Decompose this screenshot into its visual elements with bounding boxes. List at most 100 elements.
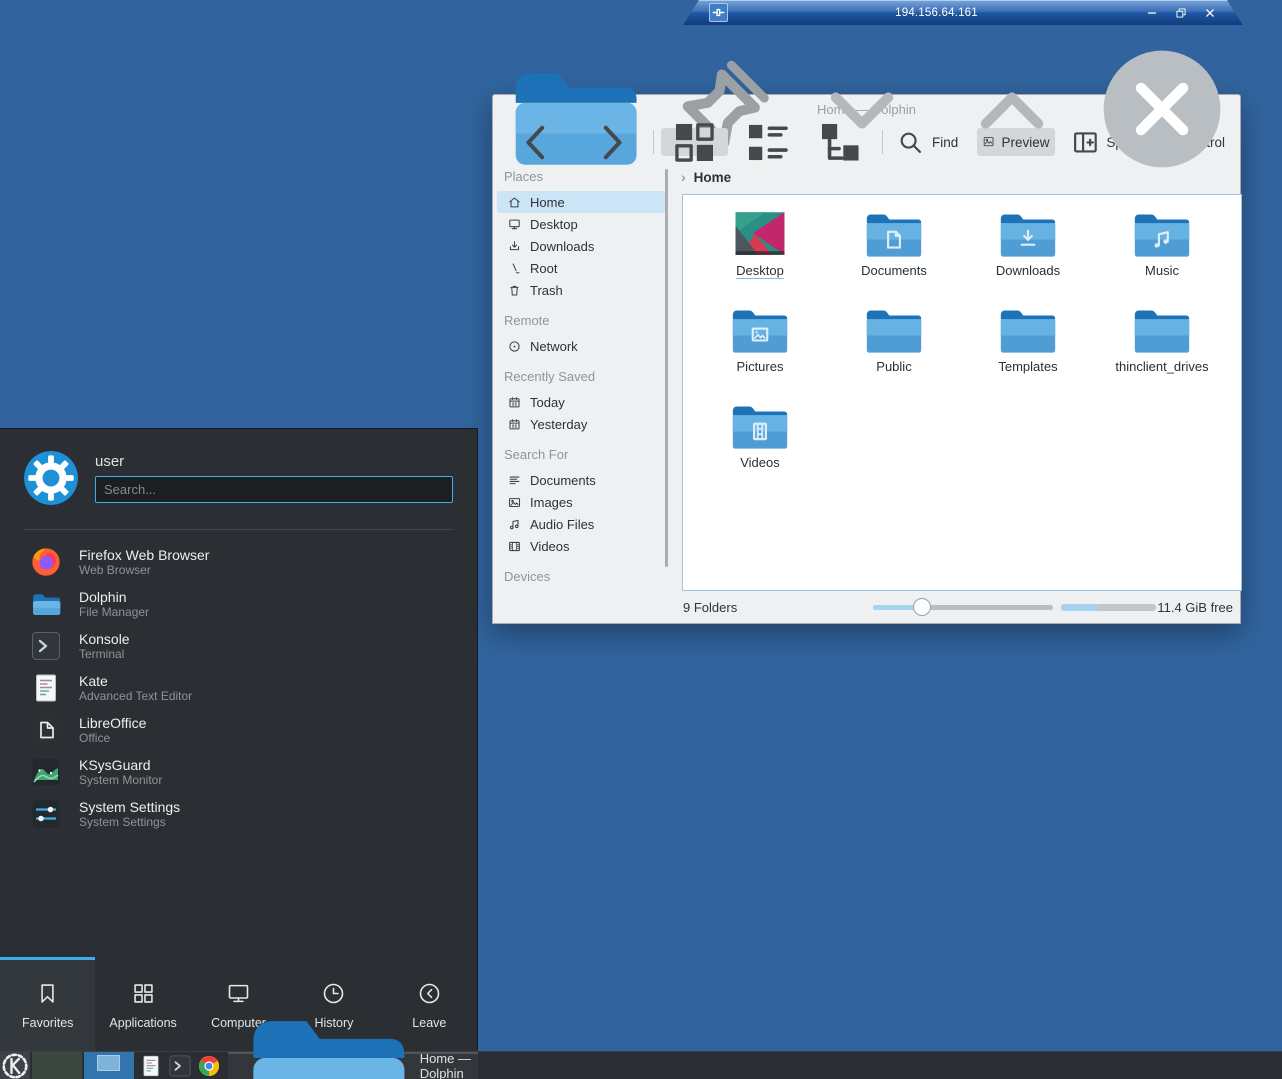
pager-desktop-2[interactable] — [84, 1052, 134, 1079]
folder-view[interactable]: Desktop Documents Downloads Music Pictures Pu… — [682, 194, 1242, 591]
folder-item-templates[interactable]: Templates — [961, 305, 1095, 401]
zoom-slider-handle[interactable] — [912, 598, 931, 616]
sidebar-item-network[interactable]: Network — [493, 335, 669, 357]
tab-favorites[interactable]: Favorites — [0, 957, 96, 1052]
search-input[interactable] — [95, 476, 453, 503]
window-maximize-button[interactable] — [942, 39, 1082, 179]
task-button-dolphin[interactable]: Home — Dolphin — [228, 1021, 478, 1079]
close-button[interactable] — [1203, 6, 1217, 20]
tab-applications[interactable]: Applications — [95, 957, 190, 1052]
app-title: LibreOffice — [79, 715, 147, 731]
sidebar-item-label: Home — [530, 194, 565, 210]
app-title: Kate — [79, 673, 108, 689]
user-name: user — [95, 453, 125, 470]
app-item-dolphin[interactable]: Dolphin File Manager — [0, 583, 477, 625]
folder-item-downloads[interactable]: Downloads — [961, 209, 1095, 305]
trash-icon — [507, 283, 522, 298]
remote-connection-bar[interactable]: 194.156.64.161 — [683, 0, 1243, 25]
folder-item-public[interactable]: Public — [827, 305, 961, 401]
places-panel: Places Home Desktop Downloads Root Trash Remot… — [493, 161, 669, 593]
app-item-kate[interactable]: Kate Advanced Text Editor — [0, 667, 477, 709]
sidebar-item-today[interactable]: Today — [493, 391, 669, 413]
desktop[interactable]: 194.156.64.161 Home — Dolphin Find Previ… — [0, 0, 1282, 1079]
back-button[interactable] — [503, 125, 570, 159]
sidebar-item-trash[interactable]: Trash — [493, 279, 669, 301]
minimize-button[interactable] — [1145, 6, 1159, 20]
close-icon — [1203, 6, 1217, 20]
chrome-icon — [197, 1054, 221, 1078]
libreoffice-icon — [30, 714, 62, 746]
app-item-konsole[interactable]: Konsole Terminal — [0, 625, 477, 667]
dolphin-app-icon — [30, 588, 62, 620]
folder-item-music[interactable]: Music — [1095, 209, 1229, 305]
taskbar-kate-icon[interactable] — [139, 1054, 163, 1078]
sidebar-item-desktop[interactable]: Desktop — [493, 213, 669, 235]
app-item-ksysguard[interactable]: KSysGuard System Monitor — [0, 751, 477, 793]
breadcrumb: › Home — [681, 165, 731, 189]
app-text: Konsole Terminal — [79, 631, 130, 661]
app-subtitle: File Manager — [79, 605, 150, 619]
folder-item-pictures[interactable]: Pictures — [693, 305, 827, 401]
sidebar-scrollbar[interactable] — [665, 169, 668, 567]
firefox-icon — [30, 546, 62, 578]
folder-item-desktop[interactable]: Desktop — [693, 209, 827, 305]
folder-item-documents[interactable]: Documents — [827, 209, 961, 305]
breadcrumb-home[interactable]: Home — [694, 170, 732, 185]
app-title: Konsole — [79, 631, 130, 647]
folder-item-videos[interactable]: Videos — [693, 401, 827, 497]
window-minimize-button[interactable] — [792, 39, 932, 179]
restore-icon — [1174, 6, 1188, 20]
sidebar-item-videos[interactable]: Videos — [493, 535, 669, 557]
ksysguard-icon — [30, 756, 62, 788]
breadcrumb-chevron-icon: › — [681, 169, 686, 185]
app-item-libreoffice[interactable]: LibreOffice Office — [0, 709, 477, 751]
document-lines-icon — [507, 473, 522, 488]
folder-item-thinclient-drives[interactable]: thinclient_drives — [1095, 305, 1229, 401]
kate-icon — [139, 1054, 163, 1078]
zoom-slider[interactable] — [873, 598, 1053, 616]
sidebar-section: Devices20.0 GiB Hard Drive — [493, 567, 669, 593]
sidebar-item-images[interactable]: Images — [493, 491, 669, 513]
sidebar-item-audio-files[interactable]: Audio Files — [493, 513, 669, 535]
sidebar-item-root[interactable]: Root — [493, 257, 669, 279]
sidebar-item-yesterday[interactable]: Yesterday — [493, 413, 669, 435]
folder-label: thinclient_drives — [1115, 359, 1209, 374]
app-item-system-settings[interactable]: System Settings System Settings — [0, 793, 477, 835]
sidebar-item-label: Trash — [530, 282, 563, 298]
sidebar-item-label: Downloads — [530, 238, 595, 254]
taskbar-konsole-icon[interactable] — [168, 1054, 192, 1078]
folder-documents-icon — [865, 209, 923, 259]
app-item-firefox-web-browser[interactable]: Firefox Web Browser Web Browser — [0, 541, 477, 583]
icons-view-button[interactable] — [661, 122, 729, 162]
tab-label: Favorites — [22, 1015, 74, 1030]
sidebar-item-documents[interactable]: Documents — [493, 469, 669, 491]
taskbar-chrome-icon[interactable] — [197, 1054, 221, 1078]
pin-button[interactable] — [709, 3, 728, 22]
taskbar: Home — Dolphin — [0, 1021, 1282, 1079]
folder-label: Pictures — [736, 359, 784, 374]
sidebar-item-downloads[interactable]: Downloads — [493, 235, 669, 257]
folder-label: Documents — [861, 263, 927, 278]
kate-icon — [30, 672, 62, 704]
folder-plain-icon — [999, 305, 1057, 355]
sidebar-item-label: Audio Files — [530, 516, 595, 532]
forward-button[interactable] — [578, 125, 645, 159]
sidebar-item-label: Root — [530, 260, 558, 276]
sidebar-item-home[interactable]: Home — [497, 191, 665, 213]
app-subtitle: System Monitor — [79, 773, 163, 787]
sidebar-section: Search For Documents Images Audio Files Vide… — [493, 445, 669, 557]
status-bar: 9 Folders 11.4 GiB free — [493, 593, 1240, 623]
restore-button[interactable] — [1174, 6, 1188, 20]
folder-downloads-icon — [999, 209, 1057, 259]
sidebar-section: Recently Saved Today Yesterday — [493, 367, 669, 435]
pager-desktop-1[interactable] — [32, 1052, 82, 1079]
network-icon — [507, 339, 522, 354]
folder-pictures-icon — [731, 305, 789, 355]
remote-title: 194.156.64.161 — [895, 6, 978, 19]
window-close-button[interactable] — [1092, 39, 1232, 179]
video-icon — [507, 539, 522, 554]
app-subtitle: Terminal — [79, 647, 125, 661]
app-subtitle: Web Browser — [79, 563, 151, 577]
sidebar-item-label: Desktop — [530, 216, 578, 232]
app-launcher-button[interactable] — [0, 1052, 30, 1079]
